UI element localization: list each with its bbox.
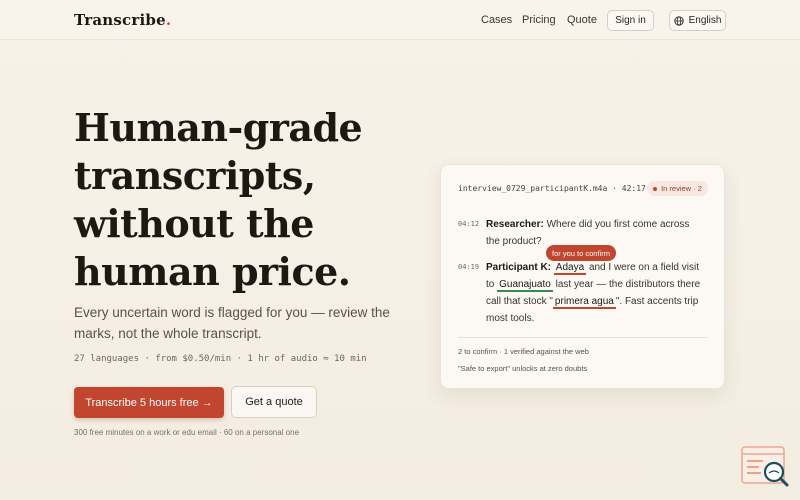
flagged-word[interactable]: primera agua	[552, 296, 616, 309]
file-name: interview_0729_participantK.m4a · 42:17	[458, 184, 646, 193]
hero-subtitle: Every uncertain word is flagged for you …	[74, 305, 390, 341]
nav-link-pricing[interactable]: Pricing	[522, 14, 556, 26]
card-divider	[458, 337, 708, 338]
verified-word[interactable]: Guanajuato	[497, 279, 553, 292]
hero-title: Human-grade transcripts, without the hum…	[74, 105, 363, 294]
logo[interactable]: Transcribe.	[74, 11, 171, 29]
hero-meta: 27 languages · from $0.50/min · 1 hr of …	[74, 354, 367, 364]
search-transcript-icon[interactable]	[741, 445, 791, 490]
get-quote-button[interactable]: Get a quote	[231, 386, 317, 418]
free-minutes-note: 300 free minutes on a work or edu email …	[74, 428, 300, 437]
transcript-preview-card: interview_0729_participantK.m4a · 42:17 …	[440, 164, 725, 389]
nav-link-cases[interactable]: Cases	[481, 14, 512, 26]
nav-link-quote[interactable]: Quote	[567, 14, 597, 26]
timestamp: 04:12	[458, 220, 480, 228]
status-dot-icon	[653, 186, 658, 191]
export-note: "Safe to export" unlocks at zero doubts	[458, 364, 588, 373]
flagged-word[interactable]: Adaya	[553, 262, 587, 275]
transcribe-free-button[interactable]: Transcribe 5 hours free →	[74, 387, 224, 418]
globe-icon	[673, 15, 684, 26]
top-nav: Transcribe. Cases Pricing Quote Sign in …	[0, 0, 800, 40]
sign-in-button[interactable]: Sign in	[607, 10, 654, 31]
in-review-badge: In review · 2	[647, 181, 708, 196]
language-button[interactable]: English	[669, 10, 726, 31]
confirm-summary: 2 to confirm · 1 verified against the we…	[458, 347, 589, 356]
timestamp: 04:19	[458, 263, 480, 271]
transcript-line-participant: Participant K: Adaya and I were on a fie…	[486, 262, 701, 324]
